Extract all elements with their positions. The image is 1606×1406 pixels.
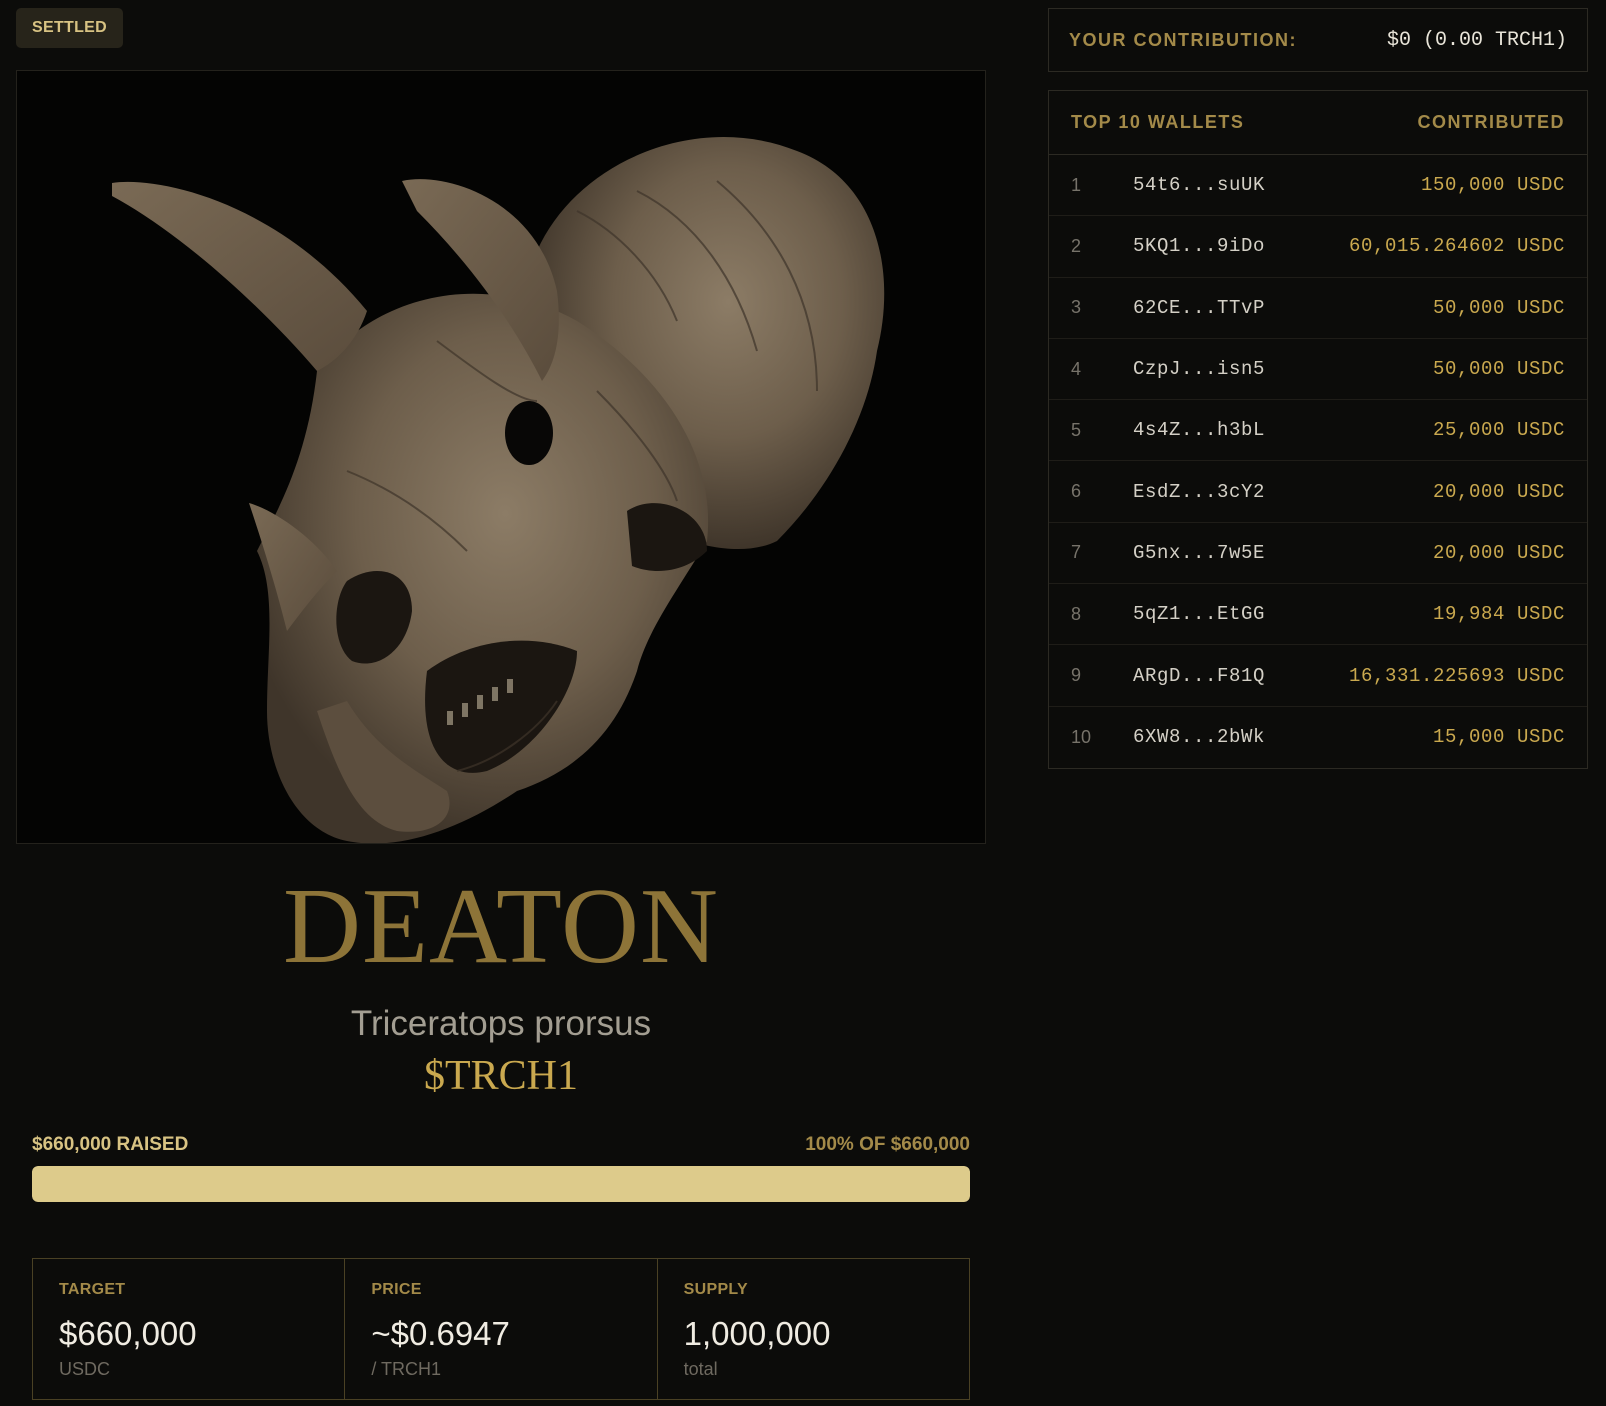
table-row[interactable]: 6 EsdZ...3cY2 20,000 USDC bbox=[1049, 461, 1587, 523]
wallet-amount: 50,000 USDC bbox=[1432, 358, 1565, 381]
wallet-address[interactable]: CzpJ...isn5 bbox=[1133, 358, 1265, 380]
wallet-address[interactable]: 5KQ1...9iDo bbox=[1133, 235, 1265, 257]
table-row[interactable]: 1 54t6...suUK 150,000 USDC bbox=[1049, 155, 1587, 217]
wallet-rank: 1 bbox=[1071, 174, 1082, 195]
wallet-address[interactable]: G5nx...7w5E bbox=[1133, 542, 1265, 564]
stat-unit: USDC bbox=[59, 1359, 111, 1379]
stat-unit: total bbox=[683, 1359, 718, 1379]
target-percent: 100% OF $660,000 bbox=[805, 1134, 970, 1155]
table-row[interactable]: 3 62CE...TTvP 50,000 USDC bbox=[1049, 278, 1587, 339]
table-row[interactable]: 10 6XW8...2bWk 15,000 USDC bbox=[1049, 707, 1587, 768]
wallet-rank: 6 bbox=[1071, 481, 1082, 502]
contribution-label: YOUR CONTRIBUTION: bbox=[1069, 29, 1297, 50]
table-row[interactable]: 5 4s4Z...h3bL 25,000 USDC bbox=[1049, 400, 1587, 462]
stat-value: 1,000,000 bbox=[683, 1315, 831, 1352]
wallet-address[interactable]: EsdZ...3cY2 bbox=[1133, 481, 1265, 503]
triceratops-skull-image bbox=[112, 137, 885, 843]
wallet-rank: 10 bbox=[1071, 726, 1092, 747]
progress-fill bbox=[32, 1166, 970, 1202]
left-column: SETTLED DEATON Triceratops prorsus $TRCH… bbox=[16, 8, 986, 1400]
wallet-amount: 19,984 USDC bbox=[1432, 603, 1565, 626]
specimen-name: DEATON bbox=[283, 867, 719, 986]
wallet-address[interactable]: 62CE...TTvP bbox=[1133, 297, 1265, 319]
status-badge: SETTLED bbox=[16, 8, 123, 48]
wallet-rank: 8 bbox=[1071, 603, 1082, 624]
stat-value: ~$0.6947 bbox=[371, 1315, 510, 1352]
stat-label: TARGET bbox=[59, 1281, 126, 1298]
wallet-amount: 25,000 USDC bbox=[1432, 419, 1565, 442]
stats-panel: TARGET $660,000 USDC PRICE ~$0.6947 / TR… bbox=[32, 1258, 970, 1400]
wallet-amount: 150,000 USDC bbox=[1420, 174, 1565, 197]
table-header: TOP 10 WALLETS CONTRIBUTED bbox=[1049, 91, 1587, 155]
stat-supply: SUPPLY 1,000,000 total bbox=[658, 1259, 969, 1399]
raised-amount: $660,000 RAISED bbox=[32, 1134, 189, 1155]
wallet-amount: 60,015.264602 USDC bbox=[1348, 235, 1565, 258]
wallet-amount: 16,331.225693 USDC bbox=[1348, 664, 1565, 687]
progress-labels: $660,000 RAISED 100% OF $660,000 bbox=[32, 1134, 970, 1156]
table-row[interactable]: 4 CzpJ...isn5 50,000 USDC bbox=[1049, 339, 1587, 401]
your-contribution: YOUR CONTRIBUTION: $0 (0.00 TRCH1) bbox=[1048, 8, 1588, 72]
wallet-amount: 20,000 USDC bbox=[1432, 480, 1565, 503]
wallet-address[interactable]: ARgD...F81Q bbox=[1133, 665, 1265, 687]
header-wallets: TOP 10 WALLETS bbox=[1071, 112, 1245, 132]
table-row[interactable]: 8 5qZ1...EtGG 19,984 USDC bbox=[1049, 584, 1587, 646]
wallet-amount: 20,000 USDC bbox=[1432, 541, 1565, 564]
stat-value: $660,000 bbox=[59, 1315, 197, 1352]
progress-bar bbox=[32, 1166, 970, 1202]
wallet-address[interactable]: 54t6...suUK bbox=[1133, 174, 1265, 196]
wallet-rank: 5 bbox=[1071, 419, 1082, 440]
stat-label: PRICE bbox=[371, 1281, 422, 1298]
specimen-image bbox=[16, 70, 986, 844]
table-row[interactable]: 7 G5nx...7w5E 20,000 USDC bbox=[1049, 523, 1587, 585]
table-row[interactable]: 2 5KQ1...9iDo 60,015.264602 USDC bbox=[1049, 216, 1587, 278]
wallet-rank: 4 bbox=[1071, 358, 1082, 379]
stat-label: SUPPLY bbox=[683, 1281, 749, 1298]
wallet-amount: 50,000 USDC bbox=[1432, 296, 1565, 319]
token-ticker: $TRCH1 bbox=[423, 1053, 578, 1099]
species-name: Triceratops prorsus bbox=[350, 1004, 652, 1043]
wallet-address[interactable]: 5qZ1...EtGG bbox=[1133, 603, 1265, 625]
wallet-rank: 2 bbox=[1071, 235, 1082, 256]
stat-target: TARGET $660,000 USDC bbox=[33, 1259, 346, 1399]
wallet-rank: 3 bbox=[1071, 297, 1082, 318]
table-row[interactable]: 9 ARgD...F81Q 16,331.225693 USDC bbox=[1049, 645, 1587, 707]
header-contributed: CONTRIBUTED bbox=[1417, 112, 1565, 132]
wallet-rank: 9 bbox=[1071, 665, 1082, 686]
stat-unit: / TRCH1 bbox=[371, 1359, 442, 1379]
wallet-address[interactable]: 4s4Z...h3bL bbox=[1133, 419, 1265, 441]
top-wallets-table: TOP 10 WALLETS CONTRIBUTED 1 54t6...suUK… bbox=[1048, 90, 1588, 769]
wallet-amount: 15,000 USDC bbox=[1432, 726, 1565, 749]
right-column: YOUR CONTRIBUTION: $0 (0.00 TRCH1) TOP 1… bbox=[1048, 8, 1588, 769]
contribution-value: $0 (0.00 TRCH1) bbox=[1386, 28, 1567, 52]
wallet-address[interactable]: 6XW8...2bWk bbox=[1133, 726, 1265, 748]
wallet-rank: 7 bbox=[1071, 542, 1082, 563]
stat-price: PRICE ~$0.6947 / TRCH1 bbox=[345, 1259, 658, 1399]
